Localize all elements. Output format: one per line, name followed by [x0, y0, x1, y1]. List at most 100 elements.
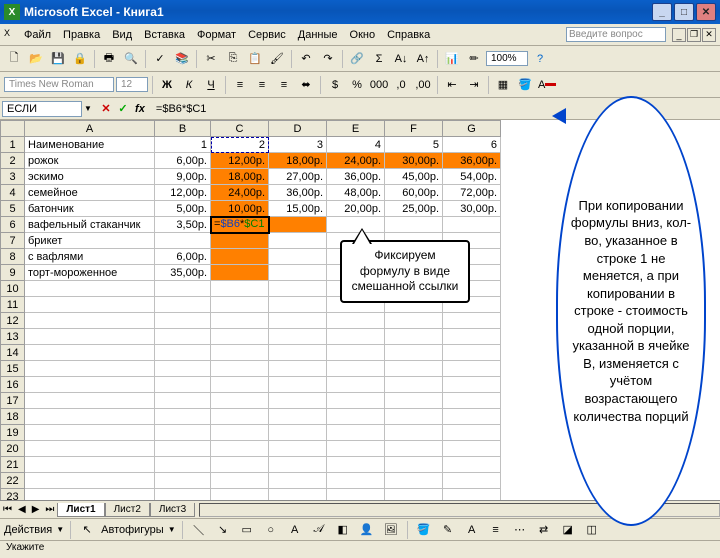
copy-icon[interactable]: ⎘ [223, 49, 243, 69]
decrease-indent-icon[interactable]: ⇤ [442, 75, 462, 95]
cell-C3[interactable]: 18,00р. [211, 169, 269, 185]
textbox-icon[interactable]: A [285, 520, 305, 540]
col-header-B[interactable]: B [155, 121, 211, 137]
autoshapes-menu[interactable]: Автофигуры [101, 524, 164, 536]
cell-B9[interactable]: 35,00р. [155, 265, 211, 281]
cell-D6[interactable] [269, 217, 327, 233]
row-header[interactable]: 22 [1, 473, 25, 489]
autosum-icon[interactable]: Σ [369, 49, 389, 69]
cell-D5[interactable]: 15,00р. [269, 201, 327, 217]
row-header[interactable]: 5 [1, 201, 25, 217]
cell-B6[interactable]: 3,50р. [155, 217, 211, 233]
redo-icon[interactable]: ↷ [318, 49, 338, 69]
row-header[interactable]: 6 [1, 217, 25, 233]
cell-F2[interactable]: 30,00р. [385, 153, 443, 169]
menu-help[interactable]: Справка [381, 27, 436, 43]
row-header[interactable]: 13 [1, 329, 25, 345]
arrow-style-icon[interactable]: ⇄ [534, 520, 554, 540]
cell-C8[interactable] [211, 249, 269, 265]
cell-C6-active[interactable]: =$B6*$C1 [211, 217, 269, 233]
bold-icon[interactable]: Ж [157, 75, 177, 95]
tab-nav-next-icon[interactable]: ▶ [29, 504, 43, 515]
cell-C4[interactable]: 24,00р. [211, 185, 269, 201]
currency-icon[interactable]: $ [325, 75, 345, 95]
arrow-icon[interactable]: ↘ [213, 520, 233, 540]
row-header[interactable]: 12 [1, 313, 25, 329]
increase-decimal-icon[interactable]: ,00 [413, 75, 433, 95]
menu-file[interactable]: Файл [18, 27, 57, 43]
col-header-E[interactable]: E [327, 121, 385, 137]
sheet-tab-1[interactable]: Лист1 [57, 503, 104, 517]
line-icon[interactable]: ＼ [189, 520, 209, 540]
mdi-restore[interactable]: ❐ [687, 28, 701, 42]
hyperlink-icon[interactable]: 🔗 [347, 49, 367, 69]
cell-A8[interactable]: с вафлями [25, 249, 155, 265]
actions-menu[interactable]: Действия [4, 524, 52, 536]
cell-B2[interactable]: 6,00р. [155, 153, 211, 169]
help-icon[interactable]: ? [530, 49, 550, 69]
row-header[interactable]: 18 [1, 409, 25, 425]
cell-E3[interactable]: 36,00р. [327, 169, 385, 185]
align-center-icon[interactable]: ≡ [252, 75, 272, 95]
col-header-A[interactable]: A [25, 121, 155, 137]
font-select[interactable] [4, 77, 114, 92]
diagram-icon[interactable]: ◧ [333, 520, 353, 540]
cell-E5[interactable]: 20,00р. [327, 201, 385, 217]
permission-icon[interactable]: 🔒 [70, 49, 90, 69]
menu-window[interactable]: Окно [344, 27, 382, 43]
italic-icon[interactable]: К [179, 75, 199, 95]
cell-A4[interactable]: семейное [25, 185, 155, 201]
cell-C9[interactable] [211, 265, 269, 281]
cell-A1[interactable]: Наименование [25, 137, 155, 153]
cell-B1[interactable]: 1 [155, 137, 211, 153]
cell-B4[interactable]: 12,00р. [155, 185, 211, 201]
cut-icon[interactable]: ✂ [201, 49, 221, 69]
line-color-icon[interactable]: ✎ [438, 520, 458, 540]
row-header[interactable]: 19 [1, 425, 25, 441]
cell-B3[interactable]: 9,00р. [155, 169, 211, 185]
rectangle-icon[interactable]: ▭ [237, 520, 257, 540]
row-header[interactable]: 10 [1, 281, 25, 297]
row-header[interactable]: 14 [1, 345, 25, 361]
cell-E1[interactable]: 4 [327, 137, 385, 153]
merge-icon[interactable]: ⬌ [296, 75, 316, 95]
row-header[interactable]: 20 [1, 441, 25, 457]
tab-nav-prev-icon[interactable]: ◀ [15, 504, 29, 515]
cell-A2[interactable]: рожок [25, 153, 155, 169]
font-color-draw-icon[interactable]: A [462, 520, 482, 540]
preview-icon[interactable]: 🔍 [121, 49, 141, 69]
cell-D4[interactable]: 36,00р. [269, 185, 327, 201]
cell-G3[interactable]: 54,00р. [443, 169, 501, 185]
menu-edit[interactable]: Правка [57, 27, 106, 43]
sort-asc-icon[interactable]: A↓ [391, 49, 411, 69]
cell-G1[interactable]: 6 [443, 137, 501, 153]
font-size-select[interactable] [116, 77, 148, 92]
row-header[interactable]: 8 [1, 249, 25, 265]
col-header-F[interactable]: F [385, 121, 443, 137]
select-objects-icon[interactable]: ↖ [77, 520, 97, 540]
close-button[interactable]: ✕ [696, 3, 716, 21]
select-all-corner[interactable] [1, 121, 25, 137]
menu-format[interactable]: Формат [191, 27, 242, 43]
menu-insert[interactable]: Вставка [138, 27, 191, 43]
cell-A5[interactable]: батончик [25, 201, 155, 217]
menu-service[interactable]: Сервис [242, 27, 292, 43]
wordart-icon[interactable]: 𝒜 [309, 520, 329, 540]
cell-F5[interactable]: 25,00р. [385, 201, 443, 217]
line-style-icon[interactable]: ≡ [486, 520, 506, 540]
dropdown-icon[interactable]: ▼ [56, 525, 64, 534]
underline-icon[interactable]: Ч [201, 75, 221, 95]
undo-icon[interactable]: ↶ [296, 49, 316, 69]
tab-nav-first-icon[interactable]: ⏮ [0, 504, 15, 515]
clipart-icon[interactable]: 👤 [357, 520, 377, 540]
new-icon[interactable]: 🗋 [4, 49, 24, 69]
row-header[interactable]: 17 [1, 393, 25, 409]
row-header[interactable]: 21 [1, 457, 25, 473]
row-header[interactable]: 16 [1, 377, 25, 393]
spreadsheet-grid[interactable]: A B C D E F G 1 Наименование 1 2 3 4 5 6… [0, 120, 501, 500]
tab-nav-last-icon[interactable]: ⏭ [42, 504, 57, 515]
cell-C5[interactable]: 10,00р. [211, 201, 269, 217]
print-icon[interactable]: 🖶 [99, 49, 119, 69]
row-header[interactable]: 15 [1, 361, 25, 377]
minimize-button[interactable]: _ [652, 3, 672, 21]
